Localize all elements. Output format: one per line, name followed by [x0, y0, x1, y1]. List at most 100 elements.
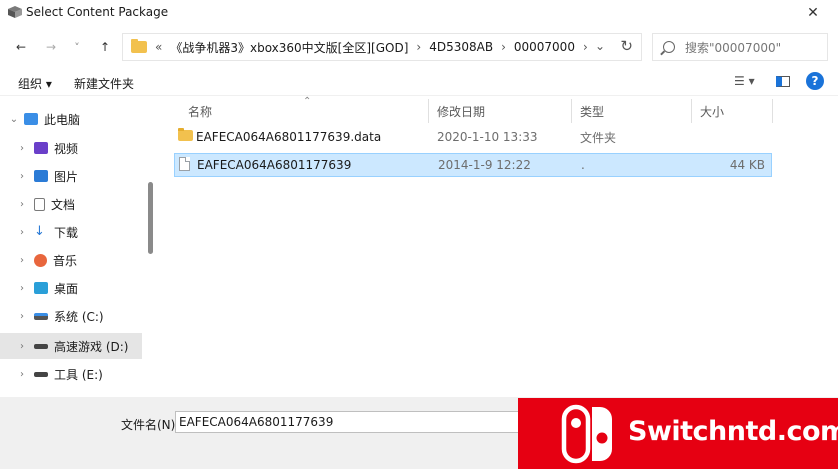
video-icon [34, 142, 48, 154]
file-icon [179, 157, 190, 171]
column-header-label: 名称 [188, 105, 213, 119]
file-name: EAFECA064A6801177639 [197, 158, 352, 172]
chevron-right-icon[interactable]: › [16, 199, 28, 210]
package-icon [8, 6, 22, 18]
address-overflow[interactable]: « [155, 40, 162, 54]
list-item-folder[interactable]: EAFECA064A6801177639.data 2020-1-10 13:3… [174, 125, 772, 149]
breadcrumb-separator[interactable]: › [501, 40, 506, 54]
breadcrumb-segment[interactable]: 00007000 [514, 40, 575, 54]
help-icon[interactable]: ? [806, 72, 824, 90]
folder-icon [178, 128, 193, 141]
recent-locations-button[interactable]: ˅ [66, 36, 88, 58]
file-modified: 2014-1-9 12:22 [438, 158, 531, 172]
sidebar-item-label: 下载 [54, 225, 79, 240]
search-placeholder: 搜索"00007000" [685, 40, 782, 55]
document-icon [34, 197, 45, 211]
sidebar-item-label: 文档 [51, 197, 76, 212]
title-bar: Select Content Package ✕ [0, 0, 838, 26]
sidebar-item-drive-e[interactable]: › 工具 (E:) [0, 361, 142, 387]
chevron-right-icon[interactable]: › [16, 255, 28, 266]
file-icon-wrap [179, 157, 190, 173]
sidebar-item-this-pc[interactable]: ⌄ 此电脑 [0, 106, 142, 132]
sidebar-item-label: 工具 (E:) [54, 367, 103, 382]
sidebar-scrollbar[interactable] [148, 182, 153, 254]
switch-logo-icon [561, 404, 612, 464]
file-modified: 2020-1-10 13:33 [437, 130, 538, 144]
view-options-button[interactable]: ☰ ▾ [734, 74, 755, 88]
chevron-right-icon[interactable]: › [16, 143, 28, 154]
close-button[interactable]: ✕ [798, 1, 828, 25]
search-icon [663, 41, 675, 53]
watermark-banner: Switchntd.com [518, 398, 838, 469]
download-icon: ↓ [34, 224, 45, 239]
address-dropdown-icon[interactable]: ⌄ [595, 39, 605, 53]
chevron-down-icon[interactable]: ⌄ [8, 114, 20, 125]
list-item-file[interactable]: EAFECA064A6801177639 2014-1-9 12:22 . 44… [174, 153, 772, 177]
chevron-right-icon[interactable]: › [16, 311, 28, 322]
organize-menu[interactable]: 组织 ▾ [18, 75, 52, 92]
drive-icon [34, 343, 48, 349]
sidebar-item-label: 桌面 [54, 281, 79, 296]
address-bar[interactable]: « 《战争机器3》xbox360中文版[全区][GOD] › 4D5308AB … [122, 33, 642, 61]
chevron-right-icon[interactable]: › [16, 369, 28, 380]
chevron-right-icon[interactable]: › [16, 283, 28, 294]
sort-ascending-icon: ⌃ [303, 96, 312, 107]
sidebar-item-label: 视频 [54, 141, 79, 156]
sidebar-item-drive-d[interactable]: › 高速游戏 (D:) [0, 333, 142, 359]
column-header-size[interactable]: 大小 [700, 103, 724, 120]
column-header-name[interactable]: 名称 [188, 103, 212, 120]
command-bar: 组织 ▾ 新建文件夹 ☰ ▾ ? [0, 68, 838, 96]
search-box[interactable]: 搜索"00007000" [652, 33, 828, 61]
new-folder-button[interactable]: 新建文件夹 [74, 75, 134, 92]
file-list: 名称 ⌃ 修改日期 类型 大小 EAFECA064A6801177639.dat… [158, 96, 838, 397]
column-divider[interactable] [428, 99, 429, 123]
folder-icon [131, 39, 147, 53]
sidebar-item-desktop[interactable]: › 桌面 [0, 275, 142, 301]
sidebar-item-label: 此电脑 [44, 112, 81, 127]
filename-input[interactable] [175, 411, 520, 433]
window-title: Select Content Package [26, 5, 169, 19]
music-icon [34, 253, 47, 267]
sidebar-item-drive-c[interactable]: › 系统 (C:) [0, 303, 142, 329]
pc-icon [24, 113, 38, 125]
sidebar-item-documents[interactable]: › 文档 [0, 191, 142, 217]
file-size: 44 KB [729, 158, 765, 172]
breadcrumb-separator[interactable]: › [583, 40, 588, 54]
sidebar-item-pictures[interactable]: › 图片 [0, 163, 142, 189]
column-divider[interactable] [772, 99, 773, 123]
drive-icon [34, 312, 48, 320]
file-name: EAFECA064A6801177639.data [196, 130, 382, 144]
sidebar-item-label: 音乐 [53, 253, 78, 268]
picture-icon [34, 170, 48, 182]
sidebar-item-label: 系统 (C:) [54, 309, 104, 324]
forward-button[interactable]: → [40, 36, 62, 58]
column-divider[interactable] [691, 99, 692, 123]
filename-label: 文件名(N): [121, 418, 180, 432]
sidebar-item-label: 图片 [54, 169, 79, 184]
sidebar-item-music[interactable]: › 音乐 [0, 247, 142, 273]
watermark-text: Switchntd.com [628, 416, 838, 447]
sidebar-item-videos[interactable]: › 视频 [0, 135, 142, 161]
up-button[interactable]: ↑ [94, 36, 116, 58]
breadcrumb-segment[interactable]: 4D5308AB [429, 40, 493, 54]
chevron-right-icon[interactable]: › [16, 341, 28, 352]
folder-icon-wrap [178, 128, 193, 141]
breadcrumb-segment[interactable]: 《战争机器3》xbox360中文版[全区][GOD] [170, 39, 408, 56]
breadcrumb-separator[interactable]: › [416, 40, 421, 54]
sidebar-item-downloads[interactable]: › ↓ 下载 [0, 219, 142, 245]
desktop-icon [34, 282, 48, 294]
navigation-bar: ← → ˅ ↑ « 《战争机器3》xbox360中文版[全区][GOD] › 4… [0, 28, 838, 66]
preview-pane-icon[interactable] [776, 76, 790, 87]
drive-icon [34, 371, 48, 377]
refresh-icon[interactable]: ↻ [620, 37, 633, 55]
column-divider[interactable] [571, 99, 572, 123]
sidebar-item-label: 高速游戏 (D:) [54, 339, 129, 354]
file-type: . [581, 158, 585, 172]
column-header-type[interactable]: 类型 [580, 103, 604, 120]
column-header-modified[interactable]: 修改日期 [437, 103, 485, 120]
file-type: 文件夹 [580, 130, 617, 145]
navigation-pane: ⌄ 此电脑 › 视频 › 图片 › 文档 › ↓ 下载 › 音乐 › 桌面 › … [0, 97, 156, 397]
back-button[interactable]: ← [10, 36, 32, 58]
chevron-right-icon[interactable]: › [16, 171, 28, 182]
chevron-right-icon[interactable]: › [16, 227, 28, 238]
